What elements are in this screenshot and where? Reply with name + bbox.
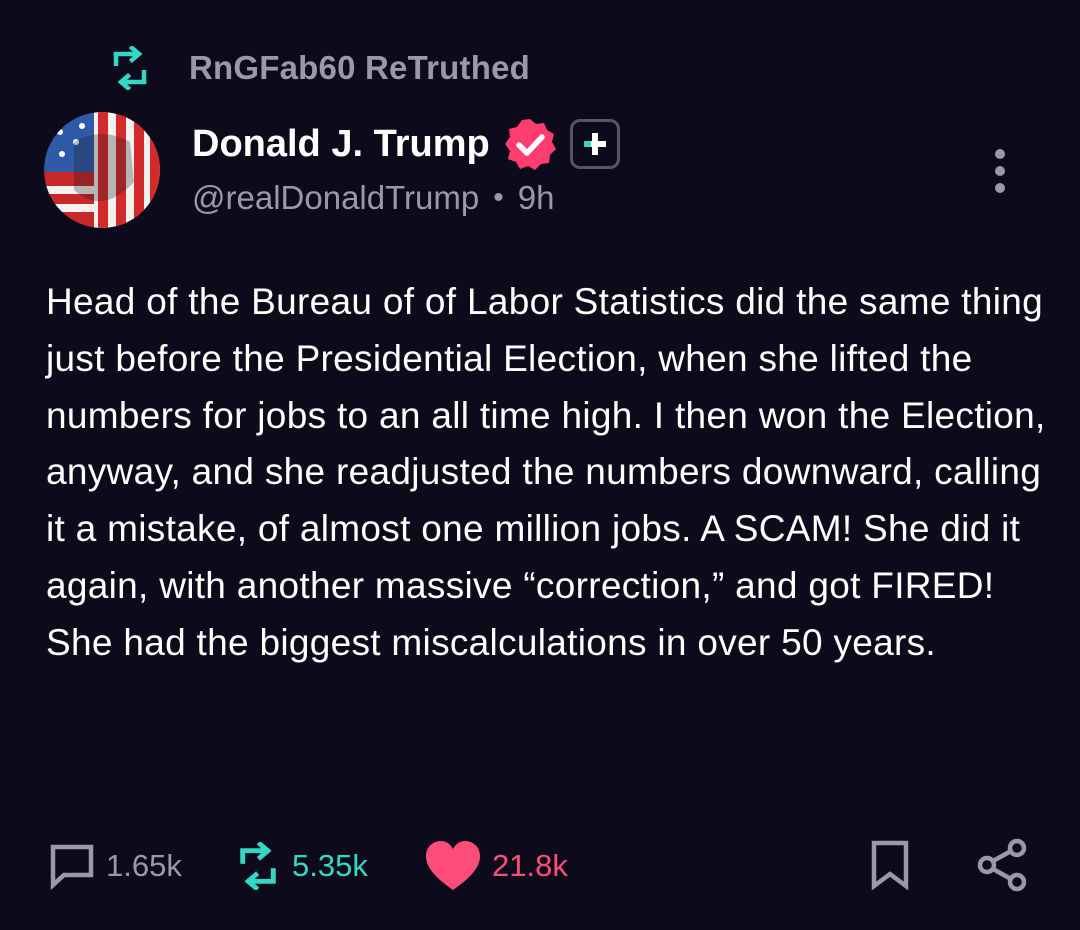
author-name-row: Donald J. Trump bbox=[192, 116, 620, 172]
avatar[interactable] bbox=[44, 112, 160, 228]
reply-count: 1.65k bbox=[106, 848, 182, 883]
handle-row: @realDonaldTrump • 9h bbox=[192, 176, 554, 220]
like-button[interactable]: 21.8k bbox=[424, 836, 568, 896]
retruth-count: 5.35k bbox=[292, 848, 368, 883]
author-handle[interactable]: @realDonaldTrump bbox=[192, 179, 479, 217]
retruth-header: RnGFab60 ReTruthed bbox=[108, 44, 530, 92]
post-body: Head of the Bureau of of Labor Statistic… bbox=[46, 281, 1046, 663]
post-time[interactable]: 9h bbox=[518, 179, 555, 217]
reply-icon bbox=[50, 844, 94, 890]
like-count: 21.8k bbox=[492, 848, 568, 883]
plus-badge-icon bbox=[569, 119, 620, 169]
avatar-image bbox=[44, 112, 160, 228]
action-bar: 1.65k 5.35k 21.8k bbox=[0, 836, 1080, 896]
more-vertical-icon[interactable] bbox=[985, 146, 1015, 196]
author-name[interactable]: Donald J. Trump bbox=[192, 123, 490, 166]
retruth-icon bbox=[113, 46, 147, 90]
separator-dot: • bbox=[493, 181, 504, 214]
retruth-button[interactable]: 5.35k bbox=[234, 836, 368, 896]
verified-badge-icon bbox=[504, 119, 556, 170]
retruth-label[interactable]: RnGFab60 ReTruthed bbox=[189, 49, 530, 87]
retruth-action-icon bbox=[240, 842, 276, 890]
reply-button[interactable]: 1.65k bbox=[48, 836, 182, 896]
heart-icon bbox=[426, 841, 480, 890]
share-icon[interactable] bbox=[975, 838, 1029, 892]
bookmark-icon[interactable] bbox=[870, 840, 910, 890]
